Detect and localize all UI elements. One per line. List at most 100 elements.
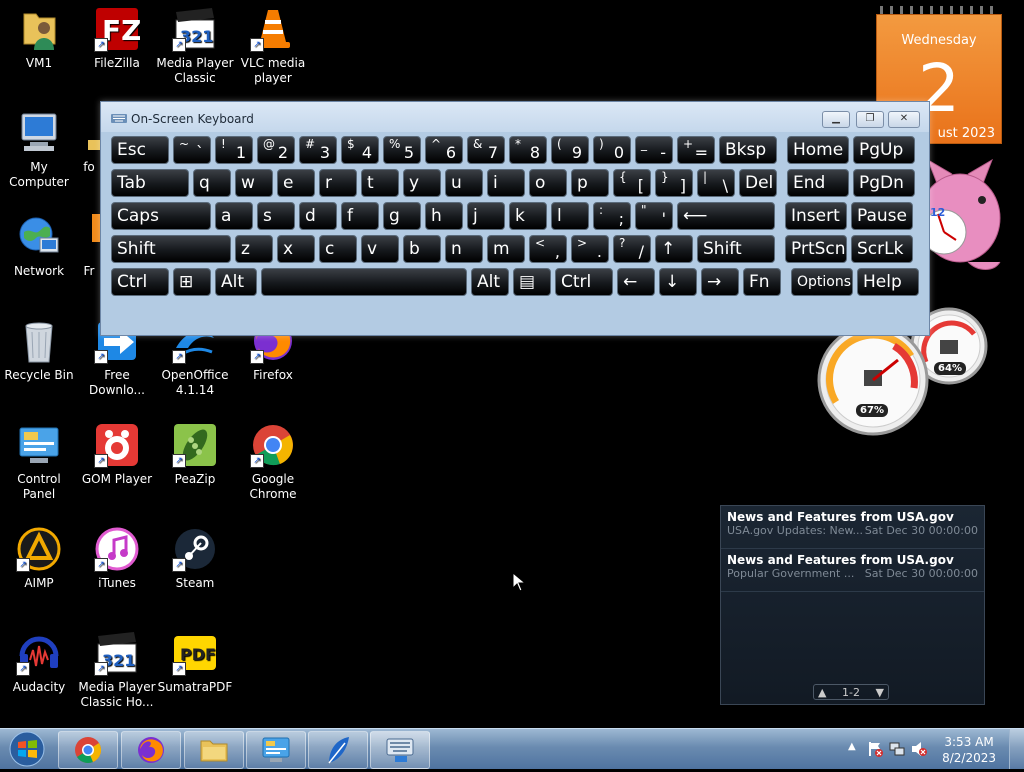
desktop-icon-my-computer[interactable]: My Computer [0,110,78,190]
maximize-button[interactable]: ❐ [856,111,884,128]
key-i[interactable]: i [487,169,525,197]
feed-next-button[interactable]: ▼ [876,686,884,699]
key-b[interactable]: b [403,235,441,263]
desktop-icon-vlc[interactable]: ↗ VLC media player [234,6,312,86]
desktop-icon-itunes[interactable]: ↗ iTunes [78,526,156,591]
key-v[interactable]: v [361,235,399,263]
desktop-icon-control-panel[interactable]: Control Panel [0,422,78,502]
key-w[interactable]: w [235,169,273,197]
desktop-icon-recycle-bin[interactable]: Recycle Bin [0,318,78,383]
key-z[interactable]: z [235,235,273,263]
desktop-icon-audacity[interactable]: ↗ Audacity [0,630,78,695]
key-caps[interactable]: Caps [111,202,211,230]
desktop-icon-sumatrapdf[interactable]: PDF ↗ SumatraPDF [156,630,234,695]
desktop-icon-fr[interactable]: Fr [78,214,100,279]
desktop-icon-media-player-classic[interactable]: 321 ↗ Media Player Classic [156,6,234,86]
key-symbol[interactable]: <, [529,235,567,263]
key-space[interactable] [261,268,467,296]
key-l[interactable]: l [551,202,589,230]
feed-item[interactable]: News and Features from USA.gov Popular G… [721,549,984,592]
key-shift[interactable]: Shift [697,235,775,263]
key-t[interactable]: t [361,169,399,197]
clock-gadget[interactable]: 12 [918,156,1002,284]
taskbar-control-panel-button[interactable] [246,731,306,769]
key-p[interactable]: p [571,169,609,197]
desktop-icon-vm1[interactable]: VM1 [0,6,78,71]
key-u[interactable]: u [445,169,483,197]
key-f[interactable]: f [341,202,379,230]
key-shift[interactable]: Shift [111,235,231,263]
desktop-icon-gom-player[interactable]: ↗ GOM Player [78,422,156,487]
title-bar[interactable]: On-Screen Keyboard ▁ ❐ ✕ [101,102,929,132]
key-9[interactable]: (9 [551,136,589,164]
key-2[interactable]: @2 [257,136,295,164]
key-options[interactable]: Options [791,268,853,296]
key-j[interactable]: j [467,202,505,230]
key-bksp[interactable]: Bksp [719,136,777,164]
taskbar-osk-button[interactable] [370,731,430,769]
key-ctrl[interactable]: Ctrl [111,268,169,296]
key-esc[interactable]: Esc [111,136,169,164]
taskbar-firefox-button[interactable] [121,731,181,769]
taskbar-chrome-button[interactable] [58,731,118,769]
key-symbol[interactable]: + = [677,136,715,164]
key-symbol[interactable]: ▤ [513,268,551,296]
key-symbol[interactable]: >. [571,235,609,263]
key-symbol[interactable]: ⟵ [677,202,775,230]
key-pgdn[interactable]: PgDn [853,169,915,197]
key-alt[interactable]: Alt [215,268,257,296]
key-r[interactable]: r [319,169,357,197]
key-7[interactable]: & 7 [467,136,505,164]
key-8[interactable]: * 8 [509,136,547,164]
key-scrlk[interactable]: ScrLk [851,235,913,263]
desktop-icon-peazip[interactable]: ↗ PeaZip [156,422,234,487]
key-symbol[interactable]: → [701,268,739,296]
key-1[interactable]: ! 1 [215,136,253,164]
key-symbol[interactable]: :; [593,202,631,230]
feed-prev-button[interactable]: ▲ [818,686,826,699]
desktop-icon-aimp[interactable]: ↗ AIMP [0,526,78,591]
start-button[interactable] [2,730,52,768]
key-4[interactable]: $4 [341,136,379,164]
key-symbol[interactable]: ↑ [655,235,693,263]
key-symbol[interactable]: {[ [613,169,651,197]
key-o[interactable]: o [529,169,567,197]
key-6[interactable]: ^ 6 [425,136,463,164]
key-g[interactable]: g [383,202,421,230]
key-symbol[interactable]: ~ ` [173,136,211,164]
key-a[interactable]: a [215,202,253,230]
desktop-icon-filezilla[interactable]: FZ ↗ FileZilla [78,6,156,71]
key-q[interactable]: q [193,169,231,197]
key-symbol[interactable]: ← [617,268,655,296]
key-0[interactable]: ) 0 [593,136,631,164]
key-home[interactable]: Home [787,136,849,164]
desktop-icon-network[interactable]: Network [0,214,78,279]
key-symbol[interactable]: }] [655,169,693,197]
key-alt[interactable]: Alt [471,268,509,296]
close-button[interactable]: ✕ [888,111,920,128]
key-s[interactable]: s [257,202,295,230]
key-symbol[interactable]: ? / [613,235,651,263]
volume-muted-icon[interactable] [910,740,928,758]
desktop-icon-steam[interactable]: ↗ Steam [156,526,234,591]
key-m[interactable]: m [487,235,525,263]
show-hidden-icons-button[interactable]: ▲ [848,741,856,752]
key-symbol[interactable]: " ' [635,202,673,230]
taskbar-feather-app-button[interactable] [308,731,368,769]
feed-item[interactable]: News and Features from USA.gov USA.gov U… [721,506,984,549]
key-k[interactable]: k [509,202,547,230]
key-ctrl[interactable]: Ctrl [555,268,613,296]
taskbar-explorer-button[interactable] [184,731,244,769]
key-tab[interactable]: Tab [111,169,189,197]
taskbar-clock[interactable]: 3:53 AM 8/2/2023 [942,734,996,766]
desktop-icon-google-chrome[interactable]: ↗ Google Chrome [234,422,312,502]
key-pgup[interactable]: PgUp [853,136,915,164]
key-5[interactable]: % 5 [383,136,421,164]
key-insert[interactable]: Insert [785,202,847,230]
minimize-button[interactable]: ▁ [822,111,850,128]
key-symbol[interactable]: | \ [697,169,735,197]
show-desktop-button[interactable] [1009,729,1024,769]
key-c[interactable]: c [319,235,357,263]
key-3[interactable]: #3 [299,136,337,164]
key-symbol[interactable]: ⊞ [173,268,211,296]
